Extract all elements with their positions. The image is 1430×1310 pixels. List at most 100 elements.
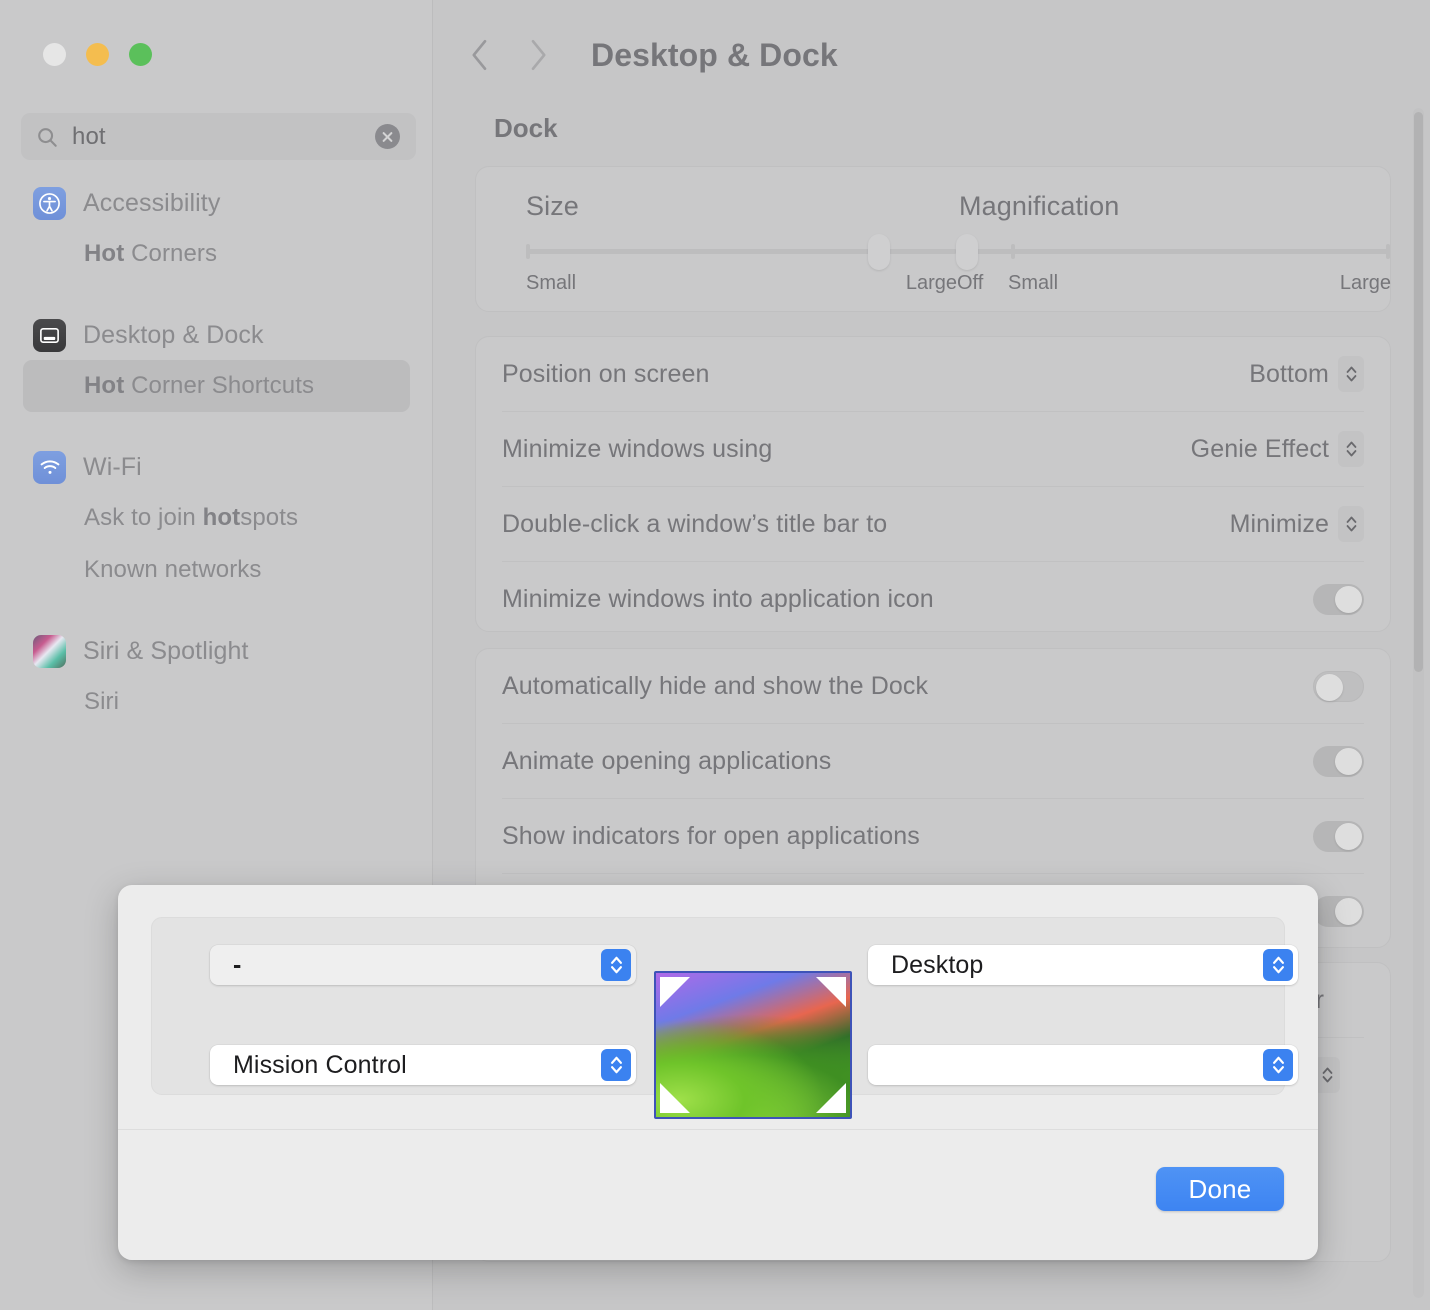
screen-corners-preview: [654, 971, 852, 1119]
row-label: Minimize windows using: [502, 435, 772, 464]
dock-options-card: Position on screen Bottom Minimize windo…: [475, 336, 1391, 632]
search-input[interactable]: hot: [72, 123, 375, 151]
scrollbar-thumb[interactable]: [1414, 112, 1423, 672]
system-settings-window: hot Accessibility Hot Corners: [0, 0, 1430, 1310]
back-button[interactable]: [457, 32, 503, 78]
dock-size-max-label: Large: [906, 272, 957, 295]
siri-icon: [33, 635, 66, 668]
accessibility-icon: [33, 187, 66, 220]
done-button[interactable]: Done: [1156, 1167, 1284, 1211]
chevron-up-down-icon[interactable]: [1263, 949, 1293, 981]
section-title-dock: Dock: [494, 113, 558, 144]
dock-magnification-slider[interactable]: [959, 249, 1390, 254]
row-label: Animate opening applications: [502, 747, 831, 776]
dock-sliders-card: Size Small Large Magnification: [475, 166, 1391, 312]
hot-corners-dialog: - Mission Control: [118, 885, 1318, 1260]
dialog-footer: Done: [118, 1129, 1318, 1260]
search-icon: [36, 126, 58, 148]
desktop-and-dock-icon: [33, 319, 66, 352]
scrollbar[interactable]: [1413, 108, 1424, 1298]
chevron-up-down-icon[interactable]: [1338, 431, 1364, 467]
row-position-on-screen[interactable]: Position on screen Bottom: [502, 337, 1364, 411]
row-value: Bottom: [1249, 360, 1329, 389]
sidebar-item-label: Hot Corner Shortcuts: [84, 372, 314, 400]
chevron-up-down-icon[interactable]: [1338, 506, 1364, 542]
clear-icon[interactable]: [375, 124, 400, 149]
sidebar-group-label: Accessibility: [83, 189, 220, 218]
row-double-click-title-bar[interactable]: Double-click a window’s title bar to Min…: [502, 486, 1364, 561]
wifi-icon: [33, 451, 66, 484]
dock-magnification-max-label: Large: [1340, 272, 1391, 295]
toggle-minimize-into-app-icon[interactable]: [1313, 584, 1364, 615]
search-results-list: Accessibility Hot Corners Desktop & Dock…: [0, 178, 433, 728]
hot-corner-top-right-popup[interactable]: Desktop: [868, 945, 1298, 985]
dock-size-slider-group: Size Small Large: [526, 167, 957, 311]
row-value: Minimize: [1230, 510, 1329, 539]
row-label: Position on screen: [502, 360, 709, 389]
popup-value: Desktop: [891, 951, 983, 980]
sidebar-item-label: Ask to join hotspots: [84, 504, 298, 532]
chevron-up-down-icon[interactable]: [1338, 356, 1364, 392]
sidebar-group-label: Wi-Fi: [83, 453, 142, 482]
hot-corner-bottom-left-popup[interactable]: Mission Control: [210, 1045, 636, 1085]
hot-corner-top-left-popup[interactable]: -: [210, 945, 636, 985]
sidebar-item-label: Siri: [84, 688, 119, 716]
sidebar-group-desktop-and-dock[interactable]: Desktop & Dock: [0, 310, 433, 360]
traffic-lights: [43, 43, 152, 66]
sidebar-item-hot-corner-shortcuts[interactable]: Hot Corner Shortcuts: [23, 360, 410, 412]
row-animate-opening-apps[interactable]: Animate opening applications: [502, 723, 1364, 798]
sidebar-group-siri-and-spotlight[interactable]: Siri & Spotlight: [0, 626, 433, 676]
corner-marker-bottom-left: [660, 1083, 690, 1113]
dock-magnification-min-label: Small: [1008, 272, 1058, 295]
sidebar-item-ask-to-join-hotspots[interactable]: Ask to join hotspots: [23, 492, 410, 544]
popup-value: -: [233, 951, 241, 980]
row-show-indicators[interactable]: Show indicators for open applications: [502, 798, 1364, 873]
forward-button[interactable]: [515, 32, 561, 78]
sidebar-group-accessibility[interactable]: Accessibility: [0, 178, 433, 228]
toolbar: Desktop & Dock: [433, 0, 1430, 110]
search-field[interactable]: hot: [21, 113, 416, 160]
chevron-up-down-icon[interactable]: [601, 1049, 631, 1081]
corner-marker-top-right: [816, 977, 846, 1007]
row-label: Double-click a window’s title bar to: [502, 510, 887, 539]
hot-corners-panel: - Mission Control: [151, 917, 1285, 1095]
chevron-right-icon: [523, 36, 553, 74]
chevron-up-down-icon[interactable]: [601, 949, 631, 981]
row-auto-hide-dock[interactable]: Automatically hide and show the Dock: [502, 649, 1364, 723]
sidebar-item-label: Known networks: [84, 556, 262, 584]
corner-marker-top-left: [660, 977, 690, 1007]
sidebar-item-known-networks[interactable]: Known networks: [23, 544, 410, 596]
dock-magnification-slider-knob[interactable]: [956, 234, 978, 270]
corner-marker-bottom-right: [816, 1083, 846, 1113]
dock-size-min-label: Small: [526, 272, 576, 295]
chevron-up-down-icon[interactable]: [1263, 1049, 1293, 1081]
toggle-auto-hide-dock[interactable]: [1313, 671, 1364, 702]
minimize-window-button[interactable]: [86, 43, 109, 66]
page-title: Desktop & Dock: [591, 37, 838, 74]
sidebar-item-label: Hot Corners: [84, 240, 217, 268]
sidebar-group-label: Desktop & Dock: [83, 321, 264, 350]
dock-magnification-off-label: Off: [957, 272, 983, 295]
row-value: Genie Effect: [1191, 435, 1329, 464]
row-label: Automatically hide and show the Dock: [502, 672, 928, 701]
sidebar-item-hot-corners[interactable]: Hot Corners: [23, 228, 410, 280]
dock-size-slider-knob[interactable]: [868, 234, 890, 270]
sidebar-group-wifi[interactable]: Wi-Fi: [0, 442, 433, 492]
row-label: Minimize windows into application icon: [502, 585, 934, 614]
hot-corner-bottom-right-popup[interactable]: [868, 1045, 1298, 1085]
toggle-obscured[interactable]: [1313, 896, 1364, 927]
sidebar-item-siri[interactable]: Siri: [23, 676, 410, 728]
dock-size-slider[interactable]: [526, 249, 957, 254]
row-minimize-into-app-icon[interactable]: Minimize windows into application icon: [502, 561, 1364, 636]
close-window-button[interactable]: [43, 43, 66, 66]
toggle-animate-opening-apps[interactable]: [1313, 746, 1364, 777]
row-minimize-windows-using[interactable]: Minimize windows using Genie Effect: [502, 411, 1364, 486]
maximize-window-button[interactable]: [129, 43, 152, 66]
popup-value: Mission Control: [233, 1051, 407, 1080]
dock-size-label: Size: [526, 191, 957, 222]
dock-magnification-slider-group: Magnification Off Small Large: [959, 167, 1390, 311]
toggle-show-indicators[interactable]: [1313, 821, 1364, 852]
sidebar-group-label: Siri & Spotlight: [83, 637, 249, 666]
dock-magnification-label: Magnification: [959, 191, 1390, 222]
chevron-left-icon: [465, 36, 495, 74]
